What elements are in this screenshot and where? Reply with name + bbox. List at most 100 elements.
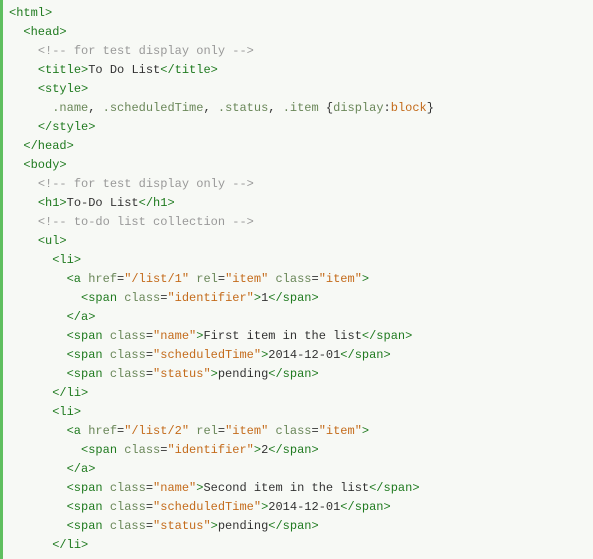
- code-line: <li>: [9, 251, 593, 270]
- token-txt: ,: [88, 101, 102, 115]
- token-tag: </li>: [52, 386, 88, 400]
- token-eq: =: [146, 519, 153, 533]
- token-tag: </span>: [268, 367, 318, 381]
- token-tag: </span>: [340, 348, 390, 362]
- token-tag: >: [362, 272, 369, 286]
- token-attr: class: [110, 329, 146, 343]
- token-tag: >: [254, 291, 261, 305]
- token-prop: display: [333, 101, 383, 115]
- code-line: <!-- to-do list collection -->: [9, 213, 593, 232]
- code-line: <ul>: [9, 232, 593, 251]
- token-tag: <li>: [52, 253, 81, 267]
- token-prop: .name: [52, 101, 88, 115]
- code-line: <body>: [9, 156, 593, 175]
- token-val: "identifier": [167, 443, 253, 457]
- code-line: <!-- for test display only -->: [9, 42, 593, 61]
- token-txt: First item in the list: [203, 329, 361, 343]
- token-cmt: <!-- for test display only -->: [38, 44, 254, 58]
- token-tag: </span>: [268, 443, 318, 457]
- token-tag: </span>: [362, 329, 412, 343]
- token-tag: >: [211, 367, 218, 381]
- token-val: "/list/2": [124, 424, 189, 438]
- token-val: "/list/1": [124, 272, 189, 286]
- token-val: "item": [319, 424, 362, 438]
- token-eq: =: [218, 272, 225, 286]
- code-line: <!-- for test display only -->: [9, 175, 593, 194]
- token-tag: </title>: [160, 63, 218, 77]
- token-tag: >: [211, 519, 218, 533]
- token-attr: class: [110, 367, 146, 381]
- token-txt: :: [384, 101, 391, 115]
- token-tag: <title>: [38, 63, 88, 77]
- token-txt: ,: [268, 101, 282, 115]
- token-val: "scheduledTime": [153, 348, 261, 362]
- token-txt: 2014-12-01: [268, 348, 340, 362]
- token-eq: =: [146, 367, 153, 381]
- token-txt: To-Do List: [67, 196, 139, 210]
- token-eq: =: [146, 329, 153, 343]
- token-attr: class: [124, 291, 160, 305]
- code-line: <span class="name">Second item in the li…: [9, 479, 593, 498]
- token-tag: <a: [67, 424, 89, 438]
- token-attr: rel: [196, 424, 218, 438]
- token-tag: <style>: [38, 82, 88, 96]
- token-tag: <span: [67, 329, 110, 343]
- token-cmt: <!-- for test display only -->: [38, 177, 254, 191]
- token-eq: =: [312, 272, 319, 286]
- token-prop: .scheduledTime: [103, 101, 204, 115]
- token-val: "identifier": [167, 291, 253, 305]
- token-tag: <li>: [52, 405, 81, 419]
- token-tag: <body>: [23, 158, 66, 172]
- token-tag: <ul>: [38, 234, 67, 248]
- code-line: <title>To Do List</title>: [9, 61, 593, 80]
- token-val: "status": [153, 519, 211, 533]
- code-line: <span class="identifier">2</span>: [9, 441, 593, 460]
- token-val: "item": [225, 424, 268, 438]
- code-line: <span class="scheduledTime">2014-12-01</…: [9, 346, 593, 365]
- code-block: <html> <head> <!-- for test display only…: [9, 4, 593, 555]
- code-line: <span class="scheduledTime">2014-12-01</…: [9, 498, 593, 517]
- token-attr: class: [275, 424, 311, 438]
- token-tag: <span: [81, 291, 124, 305]
- token-cmt: <!-- to-do list collection -->: [38, 215, 254, 229]
- token-tag: </li>: [52, 538, 88, 552]
- code-line: </head>: [9, 137, 593, 156]
- token-val: "name": [153, 481, 196, 495]
- token-attr: rel: [196, 272, 218, 286]
- token-tag: </span>: [340, 500, 390, 514]
- token-txt: To Do List: [88, 63, 160, 77]
- token-attr: class: [110, 348, 146, 362]
- token-eq: =: [218, 424, 225, 438]
- code-line: .name, .scheduledTime, .status, .item {d…: [9, 99, 593, 118]
- token-val: "item": [225, 272, 268, 286]
- token-prop: .status: [218, 101, 268, 115]
- token-txt: pending: [218, 367, 268, 381]
- token-val: "item": [319, 272, 362, 286]
- token-eq: =: [146, 348, 153, 362]
- token-txt: ,: [203, 101, 217, 115]
- code-line: <a href="/list/2" rel="item" class="item…: [9, 422, 593, 441]
- code-line: <li>: [9, 403, 593, 422]
- token-tag: <head>: [23, 25, 66, 39]
- code-line: <span class="identifier">1</span>: [9, 289, 593, 308]
- token-attr: class: [110, 481, 146, 495]
- code-line: <style>: [9, 80, 593, 99]
- code-line: <span class="status">pending</span>: [9, 365, 593, 384]
- token-prop: .item: [283, 101, 319, 115]
- code-line: <h1>To-Do List</h1>: [9, 194, 593, 213]
- token-txt: [319, 101, 326, 115]
- token-tag: <h1>: [38, 196, 67, 210]
- code-line: </a>: [9, 308, 593, 327]
- token-eq: =: [312, 424, 319, 438]
- token-tag: <span: [67, 367, 110, 381]
- token-eq: =: [146, 481, 153, 495]
- code-line: </a>: [9, 460, 593, 479]
- token-attr: href: [88, 424, 117, 438]
- token-tag: <span: [67, 481, 110, 495]
- code-line: <head>: [9, 23, 593, 42]
- token-tag: </style>: [38, 120, 96, 134]
- token-txt: Second item in the list: [203, 481, 369, 495]
- token-attr: class: [110, 500, 146, 514]
- token-val: "name": [153, 329, 196, 343]
- token-val: "status": [153, 367, 211, 381]
